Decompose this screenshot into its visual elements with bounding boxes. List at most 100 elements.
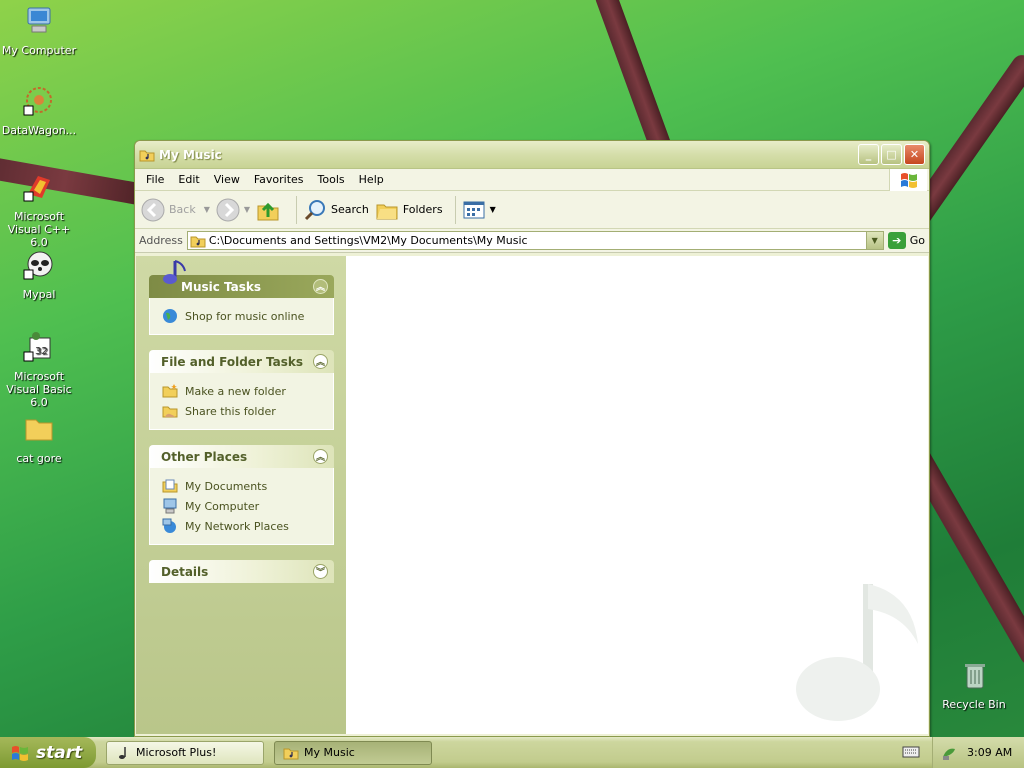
- collapse-chevron-icon[interactable]: ︽: [313, 279, 328, 294]
- menu-favorites[interactable]: Favorites: [247, 171, 311, 188]
- music-tasks-body: Shop for music online: [149, 298, 334, 335]
- search-button[interactable]: Search: [303, 198, 369, 222]
- menu-tools[interactable]: Tools: [311, 171, 352, 188]
- tray-app-icon[interactable]: [941, 745, 957, 761]
- folder-up-icon: [257, 202, 279, 220]
- close-button[interactable]: ✕: [904, 144, 925, 165]
- windows-logo: [889, 169, 927, 191]
- file-list-area[interactable]: [346, 256, 928, 734]
- desktop-icon-mypal[interactable]: Mypal: [0, 248, 79, 301]
- address-input[interactable]: C:\Documents and Settings\VM2\My Documen…: [186, 231, 884, 250]
- forward-arrow-icon: [216, 198, 240, 221]
- desktop-icon-visual-cpp[interactable]: Microsoft Visual C++ 6.0: [0, 170, 79, 249]
- address-bar: Address C:\Documents and Settings\VM2\My…: [135, 229, 929, 253]
- music-folder-icon: [139, 150, 155, 161]
- visual-cpp-icon: [23, 176, 50, 202]
- folder-icon: [25, 419, 53, 441]
- views-dropdown-icon[interactable]: ▼: [490, 205, 496, 214]
- collapse-chevron-icon[interactable]: ︽: [313, 449, 328, 464]
- details-panel: Details ︾: [149, 560, 334, 583]
- music-folder-icon: [190, 236, 206, 247]
- desktop-icon-cat-gore[interactable]: cat gore: [0, 412, 79, 465]
- views-icon: [463, 201, 485, 218]
- music-note-icon: [119, 746, 126, 759]
- computer-icon: [27, 7, 51, 33]
- menu-file[interactable]: File: [139, 171, 171, 188]
- menu-view[interactable]: View: [207, 171, 247, 188]
- place-my-network-places[interactable]: My Network Places: [162, 516, 325, 536]
- address-dropdown-button[interactable]: ▼: [865, 232, 883, 249]
- system-tray: 3:09 AM: [932, 737, 1024, 768]
- minimize-button[interactable]: _: [858, 144, 879, 165]
- file-folder-tasks-body: Make a new folder Share this folder: [149, 373, 334, 430]
- file-folder-tasks-header[interactable]: File and Folder Tasks ︽: [149, 350, 334, 373]
- music-note-icon: [163, 260, 186, 284]
- place-my-computer[interactable]: My Computer: [162, 496, 325, 516]
- forward-button[interactable]: ▼: [216, 198, 250, 222]
- music-tasks-header[interactable]: Music Tasks ︽: [149, 260, 334, 298]
- forward-dropdown-icon[interactable]: ▼: [244, 205, 250, 214]
- expand-chevron-icon[interactable]: ︾: [313, 564, 328, 579]
- place-my-documents[interactable]: My Documents: [162, 476, 325, 496]
- task-share-folder[interactable]: Share this folder: [162, 401, 325, 421]
- start-button[interactable]: start: [0, 737, 96, 768]
- go-button[interactable]: ➔ Go: [887, 232, 925, 249]
- menu-help[interactable]: Help: [352, 171, 391, 188]
- new-folder-icon: [162, 384, 178, 398]
- keyboard-icon[interactable]: [902, 745, 920, 759]
- taskbar-button-my-music[interactable]: My Music: [274, 740, 432, 765]
- minimize-icon: _: [865, 148, 872, 161]
- share-folder-icon: [162, 406, 178, 418]
- menu-bar: File Edit View Favorites Tools Help: [135, 169, 929, 191]
- collapse-chevron-icon[interactable]: ︽: [313, 354, 328, 369]
- back-dropdown-icon[interactable]: ▼: [204, 205, 210, 214]
- other-places-body: My Documents My Computer My Network Plac…: [149, 468, 334, 545]
- maximize-button[interactable]: □: [881, 144, 902, 165]
- desktop-icon-my-computer[interactable]: My Computer: [0, 4, 79, 57]
- toolbar-separator: [296, 195, 298, 224]
- my-documents-icon: [162, 479, 178, 493]
- details-header[interactable]: Details ︾: [149, 560, 334, 583]
- clock[interactable]: 3:09 AM: [967, 746, 1012, 759]
- toolbar: Back ▼ ▼ Search Folders ▼: [135, 191, 929, 229]
- close-icon: ✕: [909, 148, 920, 161]
- search-icon: [304, 199, 326, 220]
- music-tasks-panel: Music Tasks ︽ Shop for music online: [149, 260, 334, 335]
- file-folder-tasks-panel: File and Folder Tasks ︽ Make a new folde…: [149, 350, 334, 430]
- back-button[interactable]: Back ▼: [141, 198, 210, 222]
- maximize-icon: □: [886, 148, 897, 161]
- folders-icon: [376, 204, 398, 219]
- music-note-watermark-icon: [796, 584, 918, 721]
- back-arrow-icon: [141, 198, 165, 221]
- svg-text:32: 32: [35, 346, 48, 357]
- folders-button[interactable]: Folders: [375, 198, 443, 222]
- taskbar: start Microsoft Plus! My Music: [0, 737, 1024, 768]
- taskbar-button-microsoft-plus[interactable]: Microsoft Plus!: [106, 740, 264, 765]
- views-button[interactable]: ▼: [462, 198, 496, 222]
- explorer-window: My Music _ □ ✕ File Edit View Favorites …: [134, 140, 930, 737]
- other-places-header[interactable]: Other Places ︽: [149, 445, 334, 468]
- task-shop-music-online[interactable]: Shop for music online: [162, 306, 325, 326]
- go-arrow-icon: ➔: [887, 232, 906, 249]
- window-content: Music Tasks ︽ Shop for music online File…: [136, 256, 928, 734]
- recycle-bin-icon: [965, 664, 985, 689]
- windows-flag-icon: [900, 173, 917, 188]
- chevron-down-icon: ▼: [871, 236, 878, 245]
- computer-icon: [163, 498, 177, 514]
- toolbar-separator: [454, 195, 456, 224]
- desktop-icon-datawagon[interactable]: DataWagon...: [0, 84, 79, 137]
- menu-edit[interactable]: Edit: [171, 171, 206, 188]
- windows-flag-icon: [12, 745, 28, 761]
- globe-icon: [163, 309, 177, 323]
- desktop-icon-visual-basic[interactable]: 32 Microsoft Visual Basic 6.0: [0, 330, 79, 409]
- visual-basic-icon: 32: [23, 332, 51, 362]
- title-bar[interactable]: My Music _ □ ✕: [135, 141, 929, 169]
- window-title: My Music: [159, 147, 222, 162]
- raccoon-icon: [23, 251, 53, 280]
- datawagon-icon: [23, 87, 52, 116]
- address-label: Address: [139, 234, 183, 247]
- task-pane: Music Tasks ︽ Shop for music online File…: [136, 256, 346, 734]
- up-button[interactable]: [256, 198, 284, 222]
- desktop-icon-recycle-bin[interactable]: Recycle Bin: [934, 658, 1014, 711]
- task-make-new-folder[interactable]: Make a new folder: [162, 381, 325, 401]
